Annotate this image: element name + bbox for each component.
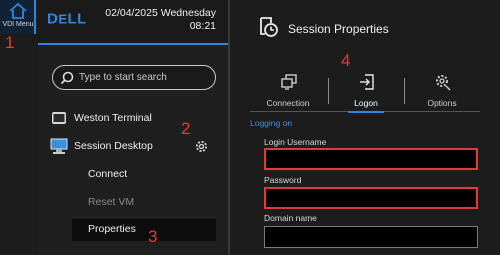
tab-label: Logon (354, 98, 378, 108)
logon-icon (360, 74, 374, 90)
username-field[interactable] (264, 148, 478, 170)
annotation-4: 4 (341, 51, 351, 70)
menu-item-label: Reset VM (88, 196, 135, 208)
search-placeholder: Type to start search (79, 72, 167, 83)
start-panel: DELL 02/04/2025 Wednesday 08:21 Type to … (38, 0, 228, 255)
password-field[interactable] (264, 187, 478, 209)
menu-item-properties[interactable]: Properties (72, 219, 216, 241)
domain-input[interactable] (265, 227, 477, 247)
search-input[interactable]: Type to start search (52, 65, 216, 90)
options-gear-icon (436, 75, 451, 91)
tab-logon[interactable]: Logon (328, 70, 404, 113)
connection-icon (281, 74, 297, 90)
menu-item-reset-vm[interactable]: Reset VM (38, 192, 228, 214)
menu-item-weston-terminal[interactable]: Weston Terminal (38, 108, 228, 130)
tab-label: Connection (266, 98, 310, 108)
password-input[interactable] (266, 190, 476, 208)
menu-item-label: Session Desktop (74, 140, 153, 152)
password-label: Password (264, 175, 302, 185)
time-text: 08:21 (189, 20, 216, 32)
panel-header: DELL 02/04/2025 Wednesday 08:21 (38, 0, 228, 45)
dialog-title: Session Properties (288, 22, 389, 36)
section-heading: Logging on (250, 118, 293, 128)
username-input[interactable] (266, 151, 476, 169)
annotation-1: 1 (5, 33, 15, 52)
session-properties-dialog: Session Properties Connection Logon Opti… (230, 0, 500, 255)
vdi-menu-button[interactable]: VDI Menu (0, 0, 36, 34)
search-icon (60, 71, 74, 85)
gear-icon[interactable] (194, 139, 209, 154)
date-text: 02/04/2025 Wednesday (105, 7, 216, 19)
username-label: Login Username (264, 137, 327, 147)
terminal-icon (52, 112, 66, 124)
annotation-2: 2 (181, 119, 191, 138)
menu-item-label: Connect (88, 168, 128, 180)
menu-item-connect[interactable]: Connect (38, 164, 228, 186)
session-clock-icon (260, 17, 278, 37)
tab-label: Options (427, 98, 457, 108)
tab-options[interactable]: Options (404, 70, 480, 112)
tab-connection[interactable]: Connection (250, 70, 326, 112)
menu-item-label: Properties (88, 223, 136, 235)
annotation-3: 3 (148, 227, 158, 246)
svg-text:DELL: DELL (47, 11, 87, 27)
tab-bar: Connection Logon Options (250, 70, 480, 113)
dell-logo: DELL (47, 11, 87, 27)
desktop-icon (50, 138, 68, 154)
datetime: 02/04/2025 Wednesday 08:21 (105, 7, 216, 33)
home-icon (9, 2, 27, 19)
menu-item-label: Weston Terminal (74, 112, 152, 124)
domain-field[interactable] (264, 226, 478, 248)
menu-item-session-desktop[interactable]: Session Desktop (38, 136, 228, 158)
domain-label: Domain name (264, 213, 317, 223)
vdi-menu-label: VDI Menu (2, 21, 34, 28)
